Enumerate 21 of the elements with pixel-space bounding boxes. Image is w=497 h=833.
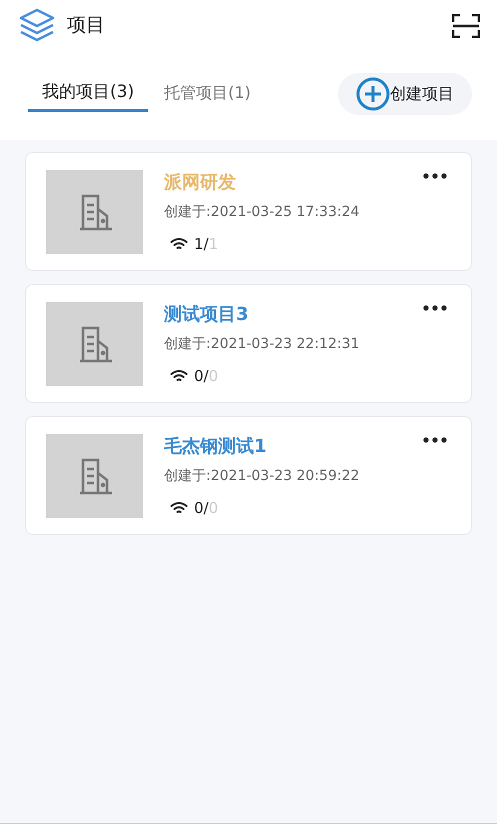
online-count: 0/ — [194, 499, 209, 517]
wifi-icon — [170, 237, 188, 252]
more-icon[interactable] — [423, 305, 447, 311]
created-time: 创建于:2021-03-23 22:12:31 — [164, 335, 360, 354]
tab[interactable]: 托管项目(1) — [150, 76, 265, 112]
created-time: 创建于:2021-03-25 17:33:24 — [164, 203, 360, 222]
project-name: 测试项目3 — [164, 303, 249, 327]
page-title: 项目 — [67, 13, 105, 38]
project-name: 毛杰钢测试1 — [164, 435, 267, 459]
tab[interactable]: 我的项目(3) — [28, 76, 148, 112]
wifi-icon — [170, 501, 188, 516]
online-count: 1/ — [194, 235, 209, 253]
plus-circle-icon — [356, 77, 390, 111]
scan-icon[interactable] — [452, 14, 480, 38]
create-project-button[interactable]: 创建项目 — [338, 73, 472, 115]
more-icon[interactable] — [423, 437, 447, 443]
more-icon[interactable] — [423, 173, 447, 179]
project-name: 派网研发 — [164, 171, 236, 195]
online-count: 0/ — [194, 367, 209, 385]
wifi-icon — [170, 369, 188, 384]
created-time: 创建于:2021-03-23 20:59:22 — [164, 467, 360, 486]
